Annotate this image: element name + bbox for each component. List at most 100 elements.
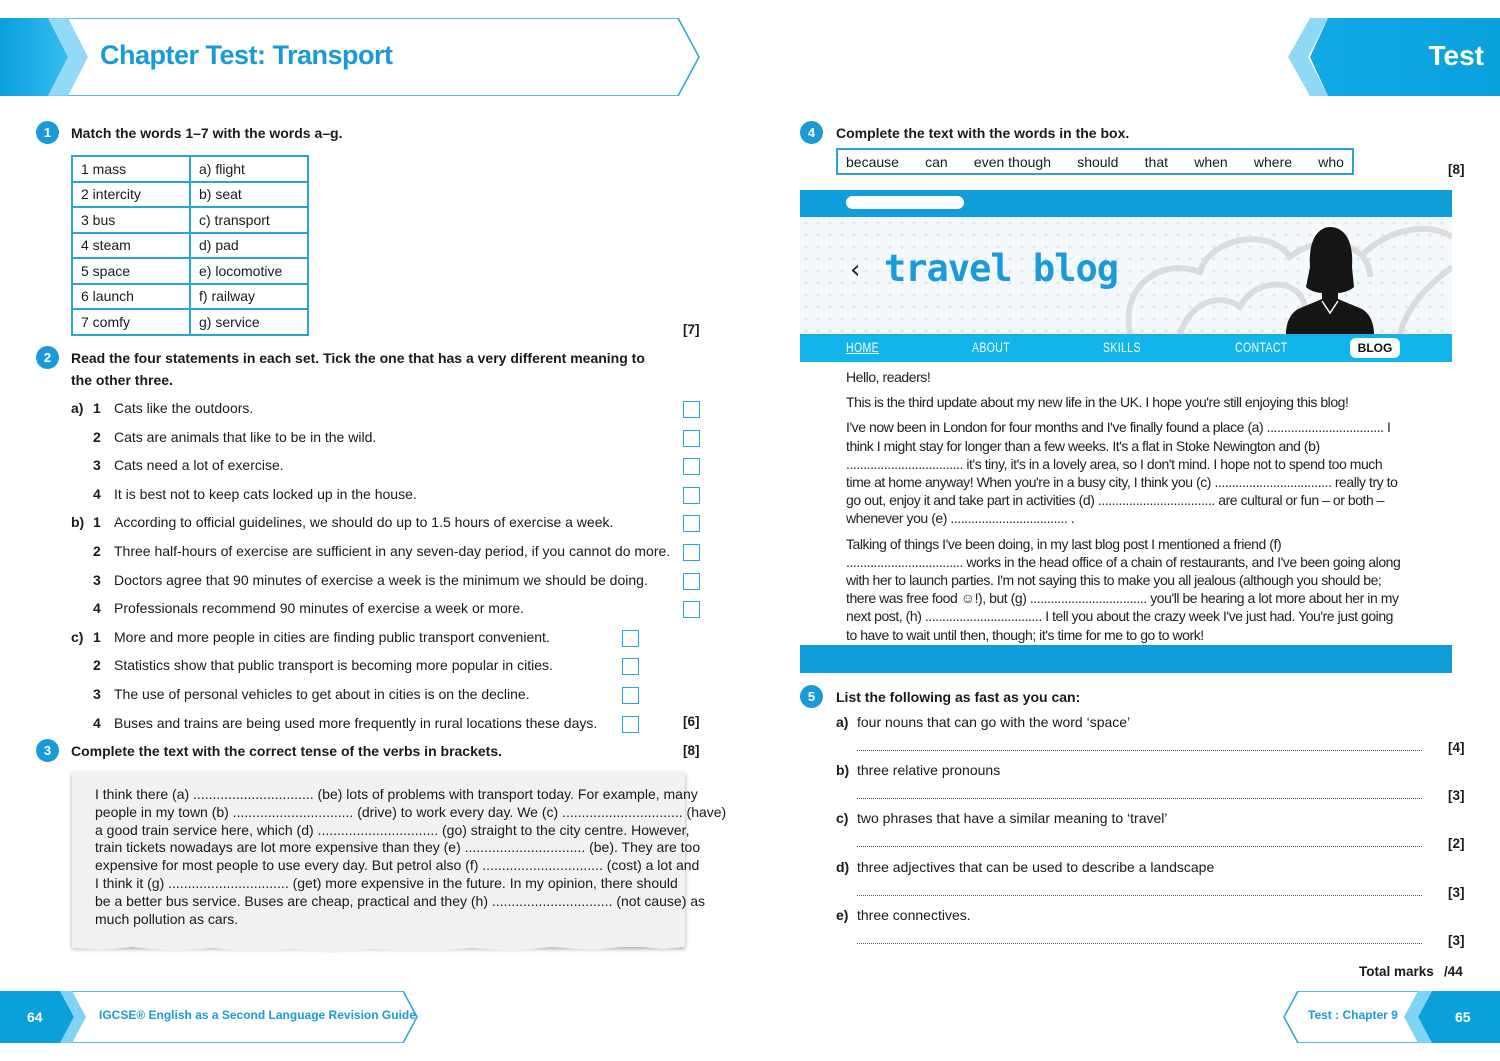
gap-fill-line: a good train service here, which (d) ...… bbox=[95, 821, 690, 838]
gap-fill-line: much pollution as cars. bbox=[95, 910, 239, 927]
answer-line[interactable] bbox=[857, 942, 1422, 944]
match-word-number: 1 mass bbox=[71, 155, 191, 183]
task-label: c) bbox=[836, 810, 849, 827]
blog-paragraph: Hello, readers! bbox=[846, 369, 931, 385]
answer-line[interactable] bbox=[857, 846, 1422, 848]
page-number-right: 65 bbox=[1455, 1009, 1471, 1025]
match-word-number: 4 steam bbox=[71, 231, 191, 259]
nav-about[interactable]: ABOUT bbox=[972, 339, 1010, 355]
statement-number: 2 bbox=[93, 428, 101, 445]
answer-line[interactable] bbox=[857, 894, 1422, 896]
tick-checkbox[interactable] bbox=[622, 629, 639, 647]
page-number-left: 64 bbox=[27, 1009, 43, 1025]
question-number-badge: 1 bbox=[36, 121, 59, 144]
answer-line[interactable] bbox=[857, 750, 1422, 751]
blog-bottom-bar bbox=[800, 645, 1452, 673]
tick-checkbox[interactable] bbox=[683, 429, 700, 447]
torn-paper-text-box: I think there (a) ......................… bbox=[72, 772, 726, 953]
task-label: b) bbox=[836, 762, 850, 779]
match-word-letter: e) locomotive bbox=[189, 257, 309, 285]
statement-number: 3 bbox=[93, 457, 101, 474]
word-option: when bbox=[1194, 153, 1228, 170]
match-word-letter: b) seat bbox=[189, 180, 309, 208]
gap-fill-line: be a better bus service. Buses are cheap… bbox=[95, 892, 706, 909]
statement-number: 4 bbox=[93, 714, 101, 731]
blog-top-bar bbox=[800, 190, 1452, 217]
task-marks: [4] bbox=[1448, 740, 1465, 755]
word-option: because bbox=[846, 153, 899, 170]
task-label: a) bbox=[836, 714, 849, 730]
blog-paragraph: I've now been in London for four months … bbox=[846, 419, 1398, 527]
word-option: even though bbox=[973, 153, 1051, 170]
chapter-label: Test : Chapter 9 bbox=[1308, 1008, 1398, 1022]
match-word-number: 6 launch bbox=[71, 282, 191, 310]
match-word-letter: c) transport bbox=[189, 206, 309, 234]
tick-checkbox[interactable] bbox=[683, 544, 700, 561]
nav-home[interactable]: HOME bbox=[846, 339, 879, 355]
word-box: because can even though should that when where… bbox=[836, 148, 1354, 175]
match-word-number: 2 intercity bbox=[71, 180, 191, 208]
statement-text: Cats need a lot of exercise. bbox=[114, 457, 284, 474]
blog-search-field[interactable] bbox=[846, 196, 964, 209]
tick-checkbox[interactable] bbox=[622, 658, 639, 676]
task-label: e) bbox=[836, 906, 849, 923]
match-row: 4 steam d) pad bbox=[71, 231, 309, 259]
total-marks-label: Total marks bbox=[1359, 964, 1434, 979]
set-label: a) bbox=[71, 400, 84, 416]
section-tag: Test bbox=[1428, 40, 1485, 71]
word-option: where bbox=[1253, 153, 1293, 170]
tick-checkbox[interactable] bbox=[683, 401, 700, 418]
q3-gap-fill-text: I think there (a) ......................… bbox=[95, 786, 726, 928]
tick-checkbox[interactable] bbox=[622, 715, 639, 733]
tick-checkbox[interactable] bbox=[683, 572, 700, 590]
blog-title: travel blog bbox=[884, 247, 1119, 290]
set-label: c) bbox=[71, 628, 84, 645]
q3-instruction: Complete the text with the correct tense… bbox=[71, 743, 502, 759]
avatar-silhouette-icon bbox=[1286, 227, 1374, 334]
match-row: 6 launch f) railway bbox=[71, 282, 309, 310]
tick-checkbox[interactable] bbox=[683, 601, 700, 619]
tick-checkbox[interactable] bbox=[683, 515, 700, 533]
q5-instruction: List the following as fast as you can: bbox=[836, 689, 1081, 705]
gap-fill-line: I think it (g) .........................… bbox=[95, 874, 678, 891]
task-label: d) bbox=[836, 858, 850, 875]
nav-blog-active[interactable]: BLOG bbox=[1350, 338, 1400, 358]
word-option: can bbox=[925, 153, 948, 170]
tick-checkbox[interactable] bbox=[683, 486, 700, 504]
tick-checkbox[interactable] bbox=[683, 458, 700, 476]
match-row: 1 mass a) flight bbox=[71, 155, 309, 183]
statement-text: Buses and trains are being used more fre… bbox=[114, 714, 598, 731]
answer-line[interactable] bbox=[857, 798, 1422, 800]
statement-text: It is best not to keep cats locked up in… bbox=[114, 485, 417, 502]
q1-instruction: Match the words 1–7 with the words a–g. bbox=[71, 125, 343, 141]
chevron-left-icon[interactable]: ‹ bbox=[850, 255, 860, 285]
nav-contact[interactable]: CONTACT bbox=[1235, 339, 1288, 355]
statement-number: 3 bbox=[93, 686, 101, 702]
nav-skills[interactable]: SKILLS bbox=[1103, 339, 1141, 355]
match-row: 3 bus c) transport bbox=[71, 206, 309, 234]
torn-edge bbox=[72, 941, 685, 953]
statement-text: Cats like the outdoors. bbox=[114, 400, 254, 416]
tick-checkbox[interactable] bbox=[622, 687, 639, 704]
blog-paragraph: This is the third update about my new li… bbox=[846, 394, 1349, 411]
task-marks: [3] bbox=[1448, 788, 1465, 804]
match-row: 7 comfy g) service bbox=[71, 308, 309, 336]
set-label: b) bbox=[71, 514, 85, 531]
task-marks: [3] bbox=[1448, 932, 1465, 948]
statement-number: 4 bbox=[93, 600, 101, 617]
blog-post-body: Hello, readers! This is the third update … bbox=[846, 368, 1401, 676]
book-title: IGCSE® English as a Second Language Revi… bbox=[99, 1008, 416, 1022]
q1-marks: [7] bbox=[683, 322, 700, 337]
question-number-badge: 3 bbox=[36, 739, 59, 762]
task-marks: [3] bbox=[1448, 884, 1465, 900]
task-text: four nouns that can go with the word ‘sp… bbox=[857, 714, 1131, 730]
statement-number: 1 bbox=[93, 628, 101, 645]
statement-text: Three half-hours of exercise are suffici… bbox=[114, 543, 671, 559]
footer-left-banner: 64 IGCSE® English as a Second Language R… bbox=[0, 991, 420, 1043]
gap-fill-line: expensive for most people to use every d… bbox=[95, 857, 700, 874]
q2-instruction-line1: Read the four statements in each set. Ti… bbox=[71, 350, 645, 366]
statement-text: More and more people in cities are findi… bbox=[114, 628, 550, 645]
word-option: should bbox=[1077, 153, 1119, 170]
statement-number: 1 bbox=[93, 514, 101, 531]
task-marks: [2] bbox=[1448, 836, 1465, 852]
